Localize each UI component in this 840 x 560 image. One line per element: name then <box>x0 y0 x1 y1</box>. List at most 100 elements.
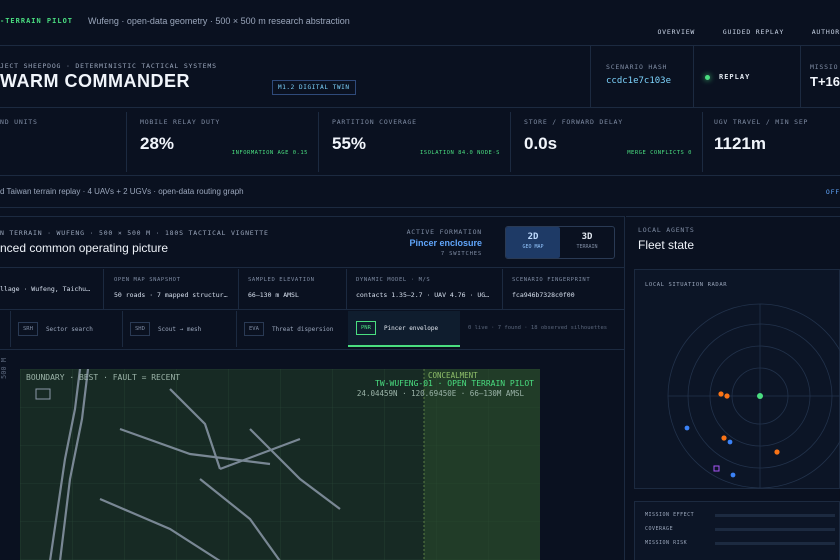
agents-title: Fleet state <box>638 238 695 252</box>
stat-label: MISSION RISK <box>645 540 688 546</box>
tab-sector-search[interactable]: SRH Sector search <box>18 311 118 347</box>
tab-threat-dispersion[interactable]: EVA Threat dispersion <box>244 311 344 347</box>
metric-label: MOBILE RELAY DUTY <box>140 118 221 126</box>
view-3d-label: 3D <box>581 232 593 242</box>
info-banner: d Taiwan terrain replay · 4 UAVs + 2 UGV… <box>0 176 840 208</box>
version-badge: M1.2 DIGITAL TWIN <box>272 80 356 95</box>
metric-partition-coverage: PARTITION COVERAGE 55% ISOLATION 84.0 NO… <box>318 108 510 176</box>
metric-sub: MERGE CONFLICTS 0 <box>627 150 692 156</box>
metric-ugv-travel: UGV TRAVEL / MIN SEP 1121m <box>702 108 840 176</box>
metric-units: ND UNITS <box>0 108 126 176</box>
replay-label: REPLAY <box>719 73 751 81</box>
metric-label: STORE / FORWARD DELAY <box>524 118 623 126</box>
main-panel: N TERRAIN · WUFENG · 500 × 500 M · 180S … <box>0 216 625 560</box>
formation-value: Pincer enclosure <box>409 238 482 248</box>
tab-code: PNR <box>356 321 376 335</box>
hash-value: ccdc1e7c103e <box>606 76 672 86</box>
info-value: 50 roads · 7 mapped structur… <box>114 291 228 299</box>
header-subtitle: Wufeng · open-data geometry · 500 × 500 … <box>88 16 350 26</box>
stat-bar <box>715 527 835 531</box>
main-nav: OVERVIEW GUIDED REPLAY AUTHOR <box>639 19 840 38</box>
panel-title: nced common operating picture <box>0 241 169 255</box>
stat-label: MISSION EFFECT <box>645 512 695 518</box>
live-dot-icon <box>705 74 710 80</box>
tab-status: 0 live · 7 found · 18 observed silhouett… <box>468 325 608 331</box>
banner-text: d Taiwan terrain replay · 4 UAVs + 2 UGV… <box>0 187 244 196</box>
view-2d-sub: GEO MAP <box>522 244 544 250</box>
tab-pincer-envelope[interactable]: PNR Pincer envelope <box>348 311 460 347</box>
nav-guided-replay[interactable]: GUIDED REPLAY <box>723 28 784 36</box>
self-marker-icon <box>757 393 763 399</box>
tab-label: Threat dispersion <box>271 325 334 333</box>
view-toggle: 2D GEO MAP 3D TERRAIN <box>505 226 615 259</box>
hash-label: SCENARIO HASH <box>606 63 668 71</box>
nav-author[interactable]: AUTHOR <box>812 28 840 36</box>
hero-row: JECT SHEEPDOG · DETERMINISTIC TACTICAL S… <box>0 46 840 108</box>
panel-kicker: N TERRAIN · WUFENG · 500 × 500 M · 180S … <box>0 229 269 237</box>
stat-row: MISSION RISK <box>645 540 835 546</box>
metric-value: 0.0s <box>524 134 558 153</box>
agent-marker-icon <box>721 435 727 441</box>
info-label: SAMPLED ELEVATION <box>248 277 315 283</box>
metric-value: 28% <box>140 134 175 153</box>
agent-marker-icon <box>774 449 780 455</box>
map-legend: BOUNDARY · BEST · FAULT = RECENT <box>26 373 181 382</box>
metric-store-forward: STORE / FORWARD DELAY 0.0s MERGE CONFLIC… <box>510 108 702 176</box>
radar-label: LOCAL SITUATION RADAR <box>645 282 728 288</box>
metric-sub: ISOLATION 84.0 NODE·S <box>419 150 500 156</box>
mission-stats: MISSION EFFECT COVERAGE MISSION RISK <box>634 501 840 560</box>
project-kicker: JECT SHEEPDOG · DETERMINISTIC TACTICAL S… <box>0 62 217 70</box>
top-bar: -TERRAIN PILOT Wufeng · open-data geomet… <box>0 0 840 46</box>
nav-overview[interactable]: OVERVIEW <box>657 28 695 36</box>
view-2d-button[interactable]: 2D GEO MAP <box>506 227 560 258</box>
stat-row: MISSION EFFECT <box>645 512 835 518</box>
tab-code: SHD <box>130 322 150 336</box>
stat-label: COVERAGE <box>645 526 674 532</box>
metric-label: PARTITION COVERAGE <box>332 118 417 126</box>
info-label: SCENARIO FINGERPRINT <box>512 277 591 283</box>
agent-marker-icon <box>718 391 724 397</box>
info-value: contacts 1.35–2.7 · UAV 4.76 · UG… <box>356 291 490 299</box>
metric-sub: INFORMATION AGE 0.15 <box>231 150 308 156</box>
info-label: OPEN MAP SNAPSHOT <box>114 277 181 283</box>
formation-label: ACTIVE FORMATION <box>406 228 482 236</box>
stat-bar <box>715 513 835 517</box>
tab-code: SRH <box>18 322 38 336</box>
tab-code: EVA <box>244 322 264 336</box>
info-value: 66–130 m AMSL <box>248 291 299 299</box>
map-canvas[interactable]: BOUNDARY · BEST · FAULT = RECENT TW-WUFE… <box>20 369 540 560</box>
agent-marker-icon <box>724 393 730 399</box>
view-2d-label: 2D <box>527 232 539 242</box>
stat-bar <box>715 541 835 545</box>
banner-link[interactable]: OFF <box>826 188 840 196</box>
map-overlay-title: TW-WUFENG-01 · OPEN TERRAIN PILOT <box>375 379 534 388</box>
page-title: WARM COMMANDER <box>0 71 190 91</box>
tab-label: Pincer envelope <box>383 324 439 332</box>
info-value: fca946b7328c0f00 <box>512 291 575 299</box>
metric-value: 1121m <box>714 134 766 153</box>
agent-marker-icon <box>684 425 690 431</box>
info-value: llage · Wufeng, Taichu… <box>0 285 91 293</box>
tab-label: Scout → mesh <box>157 325 202 333</box>
agent-marker-icon <box>730 472 736 478</box>
replay-indicator[interactable]: REPLAY <box>705 65 785 89</box>
concealment-label: CONCEALMENT <box>428 371 478 380</box>
formation-sub: 7 SWITCHES <box>440 251 482 257</box>
agents-panel: LOCAL AGENTS Fleet state LOCAL SITUATION… <box>626 216 840 560</box>
info-fingerprint: SCENARIO FINGERPRINT fca946b7328c0f00 <box>512 277 622 317</box>
agent-marker-icon <box>727 439 733 445</box>
metric-label: ND UNITS <box>0 118 38 126</box>
radar-panel: LOCAL SITUATION RADAR <box>634 269 840 489</box>
target-marker-icon <box>713 465 720 472</box>
info-label: DYNAMIC MODEL · M/S <box>356 277 431 283</box>
metric-label: UGV TRAVEL / MIN SEP <box>714 118 809 126</box>
tab-partial[interactable] <box>0 311 10 347</box>
metrics-row: ND UNITS MOBILE RELAY DUTY 28% INFORMATI… <box>0 108 840 176</box>
map-y-axis-label: 500 M <box>0 357 8 379</box>
agents-kicker: LOCAL AGENTS <box>638 226 695 234</box>
mission-label: MISSIO <box>810 63 839 71</box>
mission-value: T+16 <box>810 74 840 89</box>
brand-label: -TERRAIN PILOT <box>0 17 74 25</box>
tab-scout-mesh[interactable]: SHD Scout → mesh <box>130 311 230 347</box>
view-3d-button[interactable]: 3D TERRAIN <box>560 227 614 258</box>
